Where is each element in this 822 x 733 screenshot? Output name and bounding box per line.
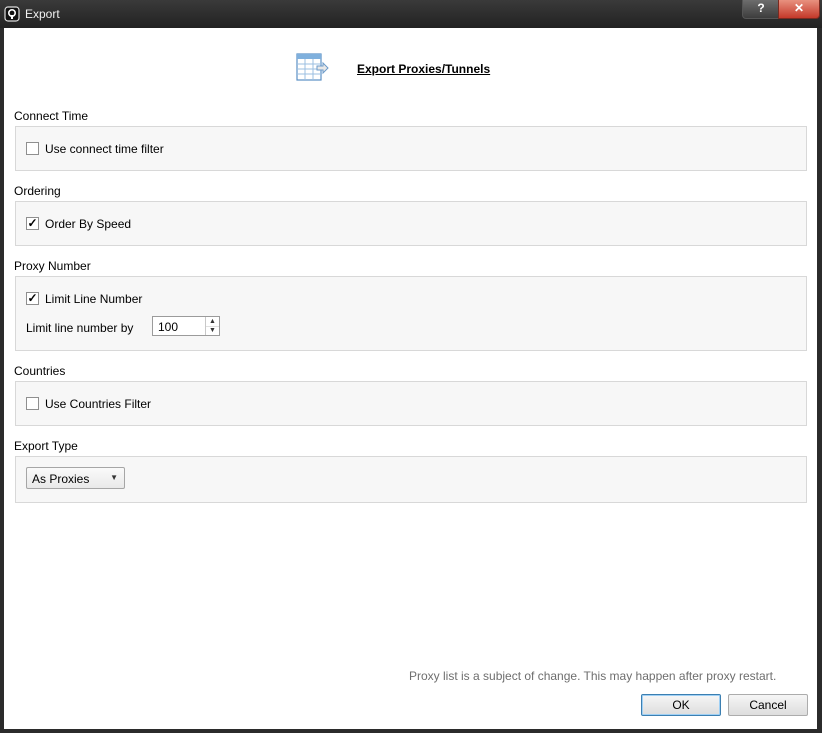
use-countries-filter-label[interactable]: Use Countries Filter [45,397,151,411]
limit-line-number-label[interactable]: Limit Line Number [45,292,142,306]
connect-time-checkbox[interactable] [26,142,39,155]
proxy-number-label: Proxy Number [14,259,91,273]
table-export-icon [296,53,329,81]
export-type-label: Export Type [14,439,78,453]
limit-line-number-checkbox[interactable]: ✓ [26,292,39,305]
limit-line-number-value[interactable]: 100 [158,320,178,334]
connect-time-checkbox-label[interactable]: Use connect time filter [45,142,164,156]
close-button[interactable]: ✕ [778,0,820,19]
countries-label: Countries [14,364,66,378]
use-countries-filter-checkbox[interactable] [26,397,39,410]
export-dialog: Export ? ✕ Export Proxies/Tunnels Connec… [0,0,822,733]
ordering-label: Ordering [14,184,61,198]
limit-line-number-spinbox[interactable]: 100 ▲ ▼ [152,316,220,336]
spinbox-buttons: ▲ ▼ [205,317,219,335]
order-by-speed-label[interactable]: Order By Speed [45,217,131,231]
cancel-button[interactable]: Cancel [728,694,808,716]
limit-line-number-by-label: Limit line number by [26,321,134,335]
connect-time-label: Connect Time [14,109,89,123]
export-type-selected-value: As Proxies [32,472,90,486]
app-icon [4,6,20,22]
page-title: Export Proxies/Tunnels [357,62,491,76]
order-by-speed-checkbox[interactable]: ✓ [26,217,39,230]
export-type-group [15,456,807,503]
ordering-group [15,201,807,246]
dialog-content: Export Proxies/Tunnels Connect Time Use … [4,28,817,729]
chevron-down-icon: ▼ [110,473,118,482]
proxy-number-group [15,276,807,351]
window-title: Export [25,7,60,21]
spin-down-icon[interactable]: ▼ [206,326,219,335]
ok-button[interactable]: OK [641,694,721,716]
export-type-select[interactable]: As Proxies ▼ [26,467,125,489]
proxy-change-note: Proxy list is a subject of change. This … [409,669,777,683]
help-button[interactable]: ? [742,0,780,19]
title-bar[interactable]: Export ? ✕ [0,0,822,28]
